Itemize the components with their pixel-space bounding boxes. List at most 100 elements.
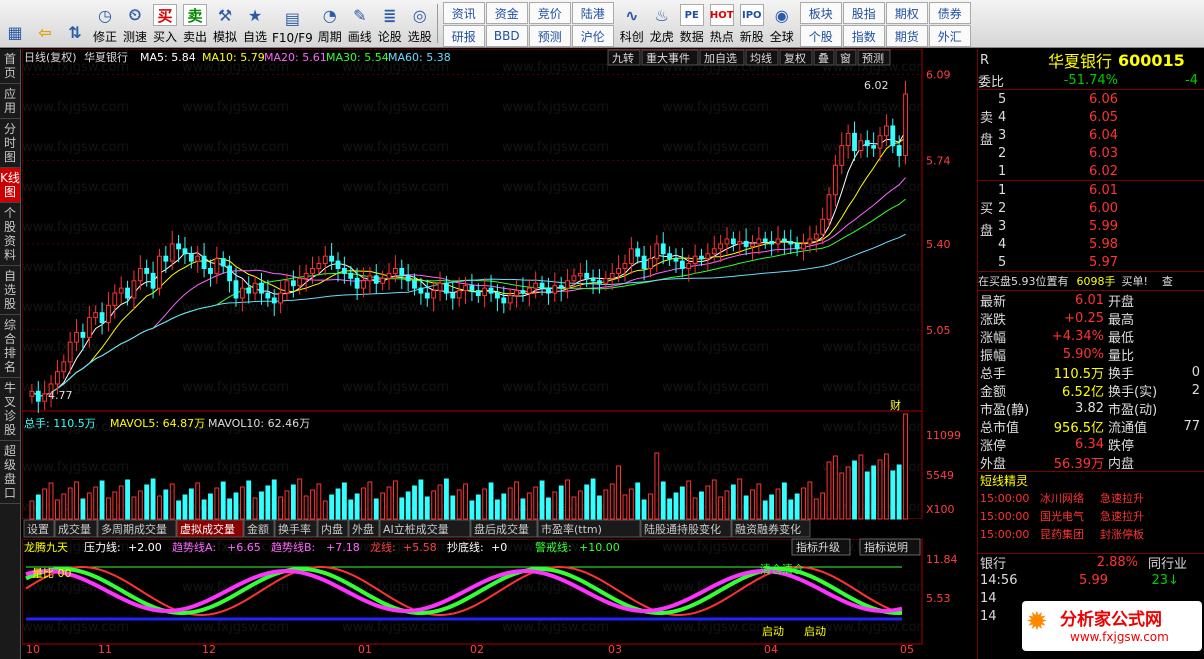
level-price: 5.98 [1089,236,1118,252]
ipo-button[interactable]: IPO 新股 [737,0,767,47]
volume-bar [660,481,666,520]
level-price: 6.02 [1089,163,1118,179]
indicator-tab-label: 盘后成交量 [474,522,529,536]
left-tab-5[interactable]: 自选股 [0,266,20,315]
kline-chart-area[interactable]: www.fxjgsw.com 日线(复权)华夏银行MA5: 5.84MA10: … [22,49,976,659]
chart-tool-label: 均线 [750,51,772,65]
left-tab-6[interactable]: 综合排名 [0,315,20,378]
level-num: 1 [998,163,1007,179]
volume-bar [845,466,851,520]
weicha-value: -4 [1185,72,1198,88]
market-button[interactable]: 期货 [885,25,928,47]
grid-button[interactable]: BBD [485,25,528,47]
buy-button[interactable]: 买买入 [150,0,180,47]
market-button[interactable]: 债券 [928,2,971,24]
level-num: 3 [998,127,1007,143]
date-axis-label: 05 [900,643,914,656]
indicator-help-label: 指标说明 [864,540,908,554]
volume-bar [526,492,532,520]
market-button[interactable]: 期权 [885,2,928,24]
clock-icon: ◷ [98,5,112,25]
volume-bar [233,492,239,520]
volume-bar [890,470,896,520]
tick-price: 5.99 [1079,572,1108,588]
volume-bar [74,481,79,520]
market-button[interactable]: 股指 [842,2,885,24]
volume-bar [367,481,373,520]
left-tab-8[interactable]: 超级盘口 [0,441,20,504]
candle [157,248,162,296]
volume-bar [852,460,857,520]
left-tab-4[interactable]: 个股资料 [0,203,20,266]
fix-button[interactable]: ◷ 修正 [90,0,120,47]
f10-button[interactable]: ▤ F10/F9 [270,0,315,47]
test-button[interactable]: ⏲ 测速 [120,0,150,47]
left-tab-3[interactable]: K线图 [0,168,20,203]
back-button[interactable]: ⇦ [30,0,60,47]
ind-val: +5.58 [403,541,437,554]
grid-button[interactable]: 沪伦 [571,25,614,47]
logo-text: 分析家公式网 [1060,610,1162,630]
left-tab-0[interactable]: 首页 [0,49,20,84]
left-tab-7[interactable]: 牛叉诊股 [0,378,20,441]
volume-bar [832,455,838,520]
sell-button[interactable]: 卖卖出 [180,0,210,47]
test-label: 测速 [122,30,147,44]
order-level: 3 5.99 [978,217,1204,235]
volume-bar [546,497,551,520]
watchlist-button[interactable]: ★ 自选 [240,0,270,47]
mavol5-label: MAVOL5: 64.87万 [110,417,205,430]
grid-button[interactable]: 陆港 [571,2,614,24]
volume-bar [265,485,271,520]
simulate-button[interactable]: ⚒ 模拟 [210,0,240,47]
grid-button[interactable]: 资金 [485,2,528,24]
pick-stock-button[interactable]: ◎ 选股 [405,0,435,47]
dragon-button[interactable]: ♨ 龙虎 [647,0,677,47]
level-price: 6.01 [1089,182,1118,198]
indicator-tab-label: 内盘 [321,522,343,536]
volume-axis-mid: 5549 [926,469,954,482]
sell-book-label: 卖盘 [980,111,994,148]
grid-button[interactable]: 研报 [442,25,485,47]
notice-more: 查 [1161,275,1173,288]
market-button[interactable]: 外汇 [928,25,971,47]
stock-talk-button[interactable]: ≣ 论股 [375,0,405,47]
draw-button[interactable]: ✎ 画线 [345,0,375,47]
date-axis-label: 11 [98,643,112,656]
period-button[interactable]: ◔ 周期 [315,0,345,47]
grid-button[interactable]: 资讯 [442,2,485,24]
volume-bar [718,496,724,520]
volume-bar [514,481,519,520]
grid-button[interactable]: 预测 [528,25,571,47]
volume-bar [252,497,258,520]
buy-label: 买入 [152,30,177,44]
ma-legend-1: MA10: 5.79 [202,51,265,64]
up-down-button[interactable]: ⇅ [60,0,90,47]
quote-key2: 开盘 [1108,294,1135,310]
ipo-label: 新股 [739,30,764,44]
market-button[interactable]: 个股 [799,25,842,47]
chart-canvas[interactable]: www.fxjgsw.com 日线(复权)华夏银行MA5: 5.84MA10: … [22,49,976,659]
global-button[interactable]: ◉ 全球 [767,0,797,47]
quote-value: 110.5万 [1053,366,1104,382]
sell-book: 卖盘 5 6.06 4 6.05 3 6.04 2 6.03 1 6.02 [978,90,1204,181]
quote-key: 振幅 [980,348,1007,364]
volume-bar [188,488,194,520]
dragon-label: 龙虎 [649,30,674,44]
volume-bar [424,496,430,520]
data-button[interactable]: PE 数据 [677,0,707,47]
elves-title: 短线精灵 [980,474,1029,488]
left-tab-1[interactable]: 应用 [0,84,20,119]
volume-bar [246,480,252,520]
left-tab-2[interactable]: 分时图 [0,119,20,168]
ma-legend-2: MA20: 5.61 [264,51,327,64]
kegen-button[interactable]: ∿ 科创 [617,0,647,47]
volume-bar [373,498,379,520]
market-button[interactable]: 指数 [842,25,885,47]
home-button[interactable]: ▦ [0,0,30,47]
mavol10-label: MAVOL10: 62.46万 [208,417,310,430]
tick-row: 14:56 5.99 23 ↓ [978,571,1204,589]
market-button[interactable]: 板块 [799,2,842,24]
grid-button[interactable]: 竞价 [528,2,571,24]
hot-button[interactable]: HOT 热点 [707,0,737,47]
